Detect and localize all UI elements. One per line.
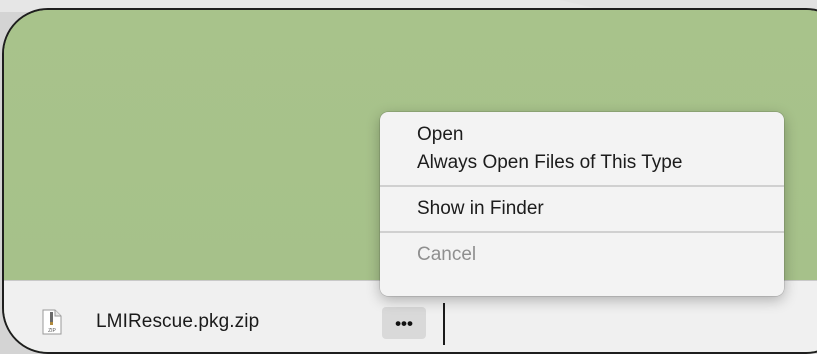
menu-item-open[interactable]: Open — [380, 121, 784, 149]
zip-label: ZIP — [48, 328, 56, 334]
more-options-button[interactable]: ••• — [382, 307, 426, 339]
zip-file-icon[interactable]: ZIP — [42, 309, 62, 335]
menu-item-show-in-finder[interactable]: Show in Finder — [380, 195, 784, 223]
menu-item-always-open[interactable]: Always Open Files of This Type — [380, 149, 784, 177]
menu-item-cancel: Cancel — [417, 244, 477, 265]
download-context-menu: Open Always Open Files of This Type Show… — [380, 112, 784, 296]
text-cursor — [443, 303, 445, 345]
menu-separator — [380, 231, 784, 233]
menu-separator — [380, 185, 784, 187]
download-file-name[interactable]: LMIRescue.pkg.zip — [96, 311, 259, 333]
